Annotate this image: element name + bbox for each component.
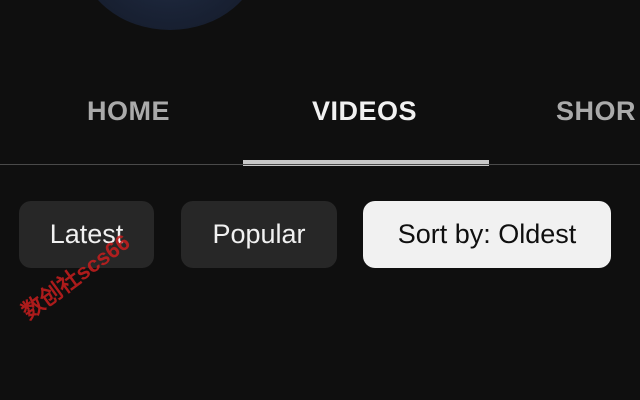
tab-videos[interactable]: VIDEOS [312, 96, 417, 127]
tabs-divider [0, 164, 640, 165]
tab-shorts[interactable]: SHOR [556, 96, 636, 127]
channel-page: HOME VIDEOS SHOR Latest Popular Sort by:… [0, 0, 640, 400]
tab-home[interactable]: HOME [87, 96, 170, 127]
filter-chip-popular[interactable]: Popular [181, 201, 337, 268]
active-tab-indicator [243, 160, 489, 166]
channel-avatar[interactable] [80, 0, 260, 30]
filter-chip-sort-oldest[interactable]: Sort by: Oldest [363, 201, 611, 268]
channel-tabs: HOME VIDEOS SHOR [0, 60, 640, 164]
